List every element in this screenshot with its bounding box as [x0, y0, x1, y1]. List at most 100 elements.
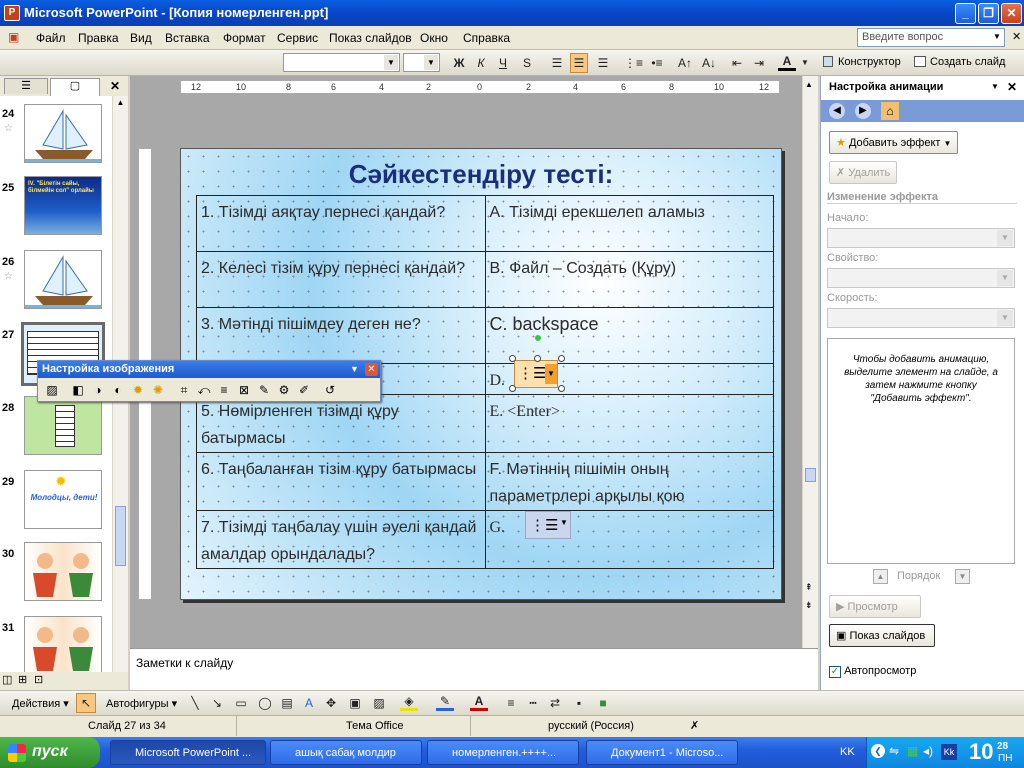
task-word-doc[interactable]: номерленген.++++... — [427, 740, 579, 765]
pane-close-icon[interactable]: ✕ — [1007, 80, 1017, 94]
minimize-button[interactable]: _ — [955, 3, 976, 24]
font-color-icon[interactable]: A — [470, 693, 488, 711]
menu-window[interactable]: Окно — [420, 31, 448, 45]
powerpoint-app-icon[interactable]: P — [4, 5, 20, 21]
keyboard-layout-icon[interactable]: Kk — [941, 744, 957, 760]
back-icon[interactable]: ◀ — [829, 103, 845, 119]
rotate-left-icon[interactable]: ⤺ — [196, 382, 212, 398]
rectangle-icon[interactable]: ▭ — [232, 693, 250, 713]
line-style-icon[interactable]: ≡ — [216, 382, 232, 398]
task-document1[interactable]: Документ1 - Microso... — [586, 740, 738, 765]
workspace-scrollbar[interactable]: ▲ ⇞ ⇟ — [802, 76, 818, 648]
menu-insert[interactable]: Вставка — [165, 31, 210, 45]
shadow-button[interactable]: S — [518, 53, 536, 73]
bullets-picture[interactable]: ⋮☰ ▼ — [525, 511, 571, 539]
align-right-icon[interactable]: ☰ — [594, 53, 612, 73]
color-icon[interactable]: ◧ — [70, 382, 86, 398]
slideshow-button[interactable]: ▣ Показ слайдов — [829, 624, 935, 647]
less-contrast-icon[interactable]: ◐ — [110, 382, 126, 398]
answer-cell[interactable]: В. Файл – Создать (Құру) — [484, 251, 774, 308]
preview-button[interactable]: ▶ Просмотр — [829, 595, 921, 618]
italic-button[interactable]: К — [472, 53, 490, 73]
new-slide-button[interactable]: Создать слайд — [930, 56, 1005, 68]
scroll-thumb[interactable] — [115, 506, 126, 566]
property-select[interactable]: ▼ — [827, 268, 1015, 288]
line-color-icon[interactable]: ✎ — [436, 693, 454, 711]
menu-edit[interactable]: Правка — [78, 31, 119, 45]
dash-style-icon[interactable]: ┅ — [524, 693, 542, 713]
answer-cell[interactable]: С. backspace — [484, 307, 774, 364]
forward-icon[interactable]: ▶ — [855, 103, 871, 119]
more-contrast-icon[interactable]: ◑ — [90, 382, 106, 398]
picture-toolbar[interactable]: Настройка изображения ▼ ✕ ▨ ◧ ◑ ◐ ✹ ✺ ⌗ … — [37, 360, 381, 402]
less-brightness-icon[interactable]: ✺ — [150, 382, 166, 398]
format-picture-icon[interactable]: ⚙ — [276, 382, 292, 398]
clipart-icon[interactable]: ▣ — [346, 693, 364, 713]
numbering-icon[interactable]: ⋮≡ — [624, 53, 643, 73]
crop-icon[interactable]: ⌗ — [176, 382, 192, 398]
network-icon[interactable]: ⇋ — [889, 744, 899, 758]
insert-picture-icon[interactable]: ▨ — [44, 382, 60, 398]
recolor-icon[interactable]: ✎ — [256, 382, 272, 398]
question-cell[interactable]: 5. Нөмірленген тізімді құру батырмасы — [196, 394, 486, 453]
sorter-view-icon[interactable]: ⊞ — [18, 673, 27, 686]
menu-format[interactable]: Формат — [223, 31, 266, 45]
move-down-icon[interactable]: ▼ — [955, 569, 970, 584]
remove-effect-button[interactable]: ✗ Удалить — [829, 161, 898, 184]
font-size-combo[interactable]: ▼ — [403, 53, 440, 72]
normal-view-icon[interactable]: ◫ — [2, 673, 12, 686]
scroll-thumb[interactable] — [805, 468, 816, 482]
line-icon[interactable]: ╲ — [186, 693, 204, 713]
numbering-picture-selected[interactable]: ⋮☰ ▼ — [514, 360, 558, 388]
oval-icon[interactable]: ◯ — [256, 693, 274, 713]
animation-list[interactable]: Чтобы добавить анимацию, выделите элемен… — [827, 338, 1015, 564]
resize-handle[interactable] — [509, 355, 516, 362]
notes-pane[interactable]: Заметки к слайду — [130, 648, 818, 690]
menu-view[interactable]: Вид — [130, 31, 152, 45]
designer-button[interactable]: Конструктор — [838, 56, 901, 68]
spelling-icon[interactable]: ✗ — [690, 719, 699, 732]
doc-close-icon[interactable]: ✕ — [1012, 30, 1021, 43]
question-cell[interactable]: 1. Тізімді аяқтау пернесі қандай? — [196, 195, 486, 252]
menu-tools[interactable]: Сервис — [277, 31, 318, 45]
select-pointer-icon[interactable]: ↖ — [76, 693, 96, 713]
3d-style-icon[interactable]: ■ — [594, 693, 612, 713]
align-left-icon[interactable]: ☰ — [548, 53, 566, 73]
shadow-style-icon[interactable]: ▪ — [570, 693, 588, 713]
move-up-icon[interactable]: ▲ — [873, 569, 888, 584]
resize-handle[interactable] — [558, 385, 565, 392]
bold-button[interactable]: Ж — [450, 53, 468, 73]
add-effect-button[interactable]: ★ Добавить эффект ▼ — [829, 131, 959, 154]
font-color-icon[interactable]: A — [778, 53, 796, 71]
autoshapes-menu[interactable]: Автофигуры ▾ — [106, 697, 177, 710]
underline-button[interactable]: Ч — [494, 53, 512, 73]
picture-toolbar-title[interactable]: Настройка изображения — [38, 361, 380, 378]
tray-expand-icon[interactable]: ❮ — [871, 744, 885, 758]
arrow-icon[interactable]: ↘ — [208, 693, 226, 713]
toolbar-close-icon[interactable]: ✕ — [365, 363, 378, 376]
picture-icon[interactable]: ▨ — [370, 693, 388, 713]
decrease-indent-icon[interactable]: ⇤ — [728, 53, 746, 73]
question-cell[interactable]: 2. Келесі тізім құру пернесі қандай? — [196, 251, 486, 308]
scroll-up-icon[interactable]: ▲ — [805, 80, 816, 89]
diagram-icon[interactable]: ✥ — [322, 693, 340, 713]
help-dropdown-arrow-icon[interactable]: ▼ — [993, 32, 1001, 41]
close-pane-icon[interactable]: ✕ — [110, 79, 120, 93]
input-language[interactable]: KK — [840, 746, 855, 758]
more-brightness-icon[interactable]: ✹ — [130, 382, 146, 398]
line-style-icon[interactable]: ≡ — [502, 693, 520, 713]
textbox-icon[interactable]: ▤ — [278, 693, 296, 713]
document-icon[interactable]: ▣ — [8, 30, 19, 44]
resize-handle[interactable] — [558, 355, 565, 362]
close-button[interactable]: ✕ — [1001, 3, 1022, 24]
answer-cell[interactable]: F. Мәтіннің пішімін оның параметрлері ар… — [484, 452, 774, 511]
security-icon[interactable]: ▦ — [907, 744, 918, 758]
resize-handle[interactable] — [509, 385, 516, 392]
outline-tab-icon[interactable]: ☰ — [4, 78, 48, 94]
question-cell[interactable]: 3. Мәтінді пішімдеу деген не? — [196, 307, 486, 364]
rotate-handle[interactable] — [535, 335, 541, 341]
help-search-input[interactable]: Введите вопрос — [857, 28, 1005, 47]
resize-handle[interactable] — [534, 355, 541, 362]
pane-menu-icon[interactable]: ▼ — [991, 82, 999, 91]
increase-font-icon[interactable]: A↑ — [676, 53, 694, 73]
